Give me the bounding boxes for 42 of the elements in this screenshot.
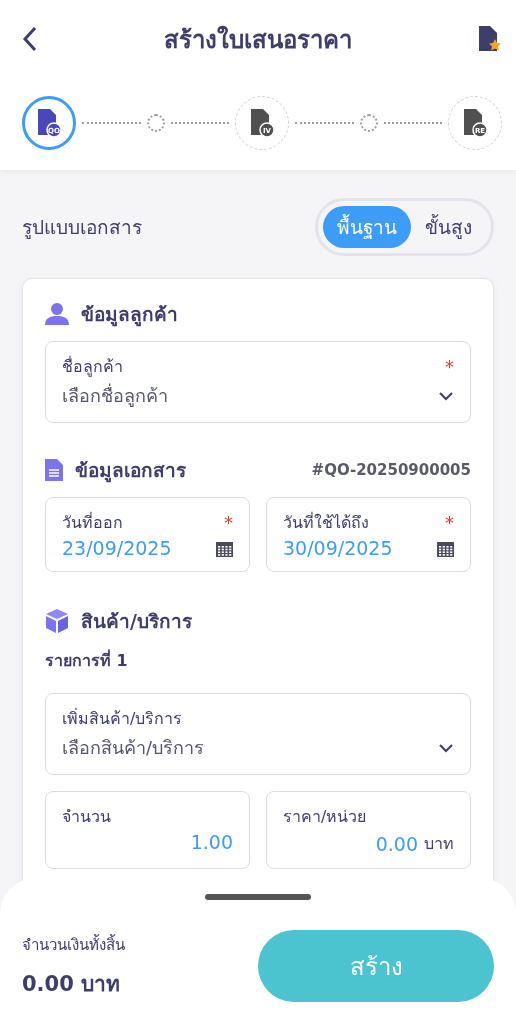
field-placeholder: เลือกชื่อลูกค้า [62, 382, 168, 409]
date-field[interactable]: วันที่ออก * 23/09/2025 [45, 497, 250, 572]
price-value: 0.00 [375, 832, 418, 855]
total-label: จำนวนเงินทั้งสิ้น [22, 933, 125, 956]
field-label: วันที่ใช้ได้ถึง [283, 511, 369, 534]
select-field[interactable]: เพิ่มสินค้า/บริการ เลือกสินค้า/บริการ [45, 693, 471, 775]
field-label: วันที่ออก [62, 511, 123, 534]
field-label: จำนวน [62, 806, 112, 828]
required-mark: * [224, 512, 233, 533]
chevron-down-icon [438, 390, 454, 401]
currency-unit: บาท [424, 833, 454, 855]
person-icon [45, 303, 69, 325]
required-mark: * [445, 356, 454, 377]
sheet-handle[interactable] [205, 894, 311, 900]
document-number: #QO-20250900005 [311, 461, 471, 479]
date-value: 30/09/2025 [283, 537, 393, 559]
total-amount: 0.00 บาท [22, 970, 122, 998]
price-field[interactable]: ราคา/หน่วย 0.00 บาท [266, 791, 471, 869]
section-title: สินค้า/บริการ [81, 609, 193, 634]
date-field[interactable]: วันที่ใช้ได้ถึง * 30/09/2025 [266, 497, 471, 572]
chevron-down-icon [438, 742, 454, 753]
calendar-icon [437, 539, 454, 557]
section-title: ข้อมูลลูกค้า [81, 302, 179, 329]
document-icon [45, 459, 63, 481]
favorite-document-button[interactable] [478, 26, 502, 52]
date-value: 23/09/2025 [62, 537, 172, 559]
field-label: เพิ่มสินค้า/บริการ [62, 707, 183, 730]
quantity-value: 1.00 [190, 831, 233, 853]
back-button[interactable] [22, 26, 38, 52]
select-field[interactable]: ชื่อลูกค้า * เลือกชื่อลูกค้า [45, 341, 471, 423]
box-icon [45, 609, 69, 633]
page-title: สร้างใบเสนอราคา [164, 24, 352, 56]
format-option[interactable]: ขั้นสูง [411, 206, 486, 248]
item-label: รายการที่ 1 [45, 648, 129, 672]
field-placeholder: เลือกสินค้า/บริการ [62, 736, 205, 760]
field-label: ราคา/หน่วย [283, 806, 368, 828]
required-mark: * [445, 512, 454, 533]
format-label: รูปแบบเอกสาร [22, 215, 142, 241]
field-label: ชื่อลูกค้า [62, 355, 123, 379]
calendar-icon [216, 539, 233, 557]
quantity-field[interactable]: จำนวน 1.00 [45, 791, 250, 869]
section-title: ข้อมูลเอกสาร [75, 458, 187, 485]
